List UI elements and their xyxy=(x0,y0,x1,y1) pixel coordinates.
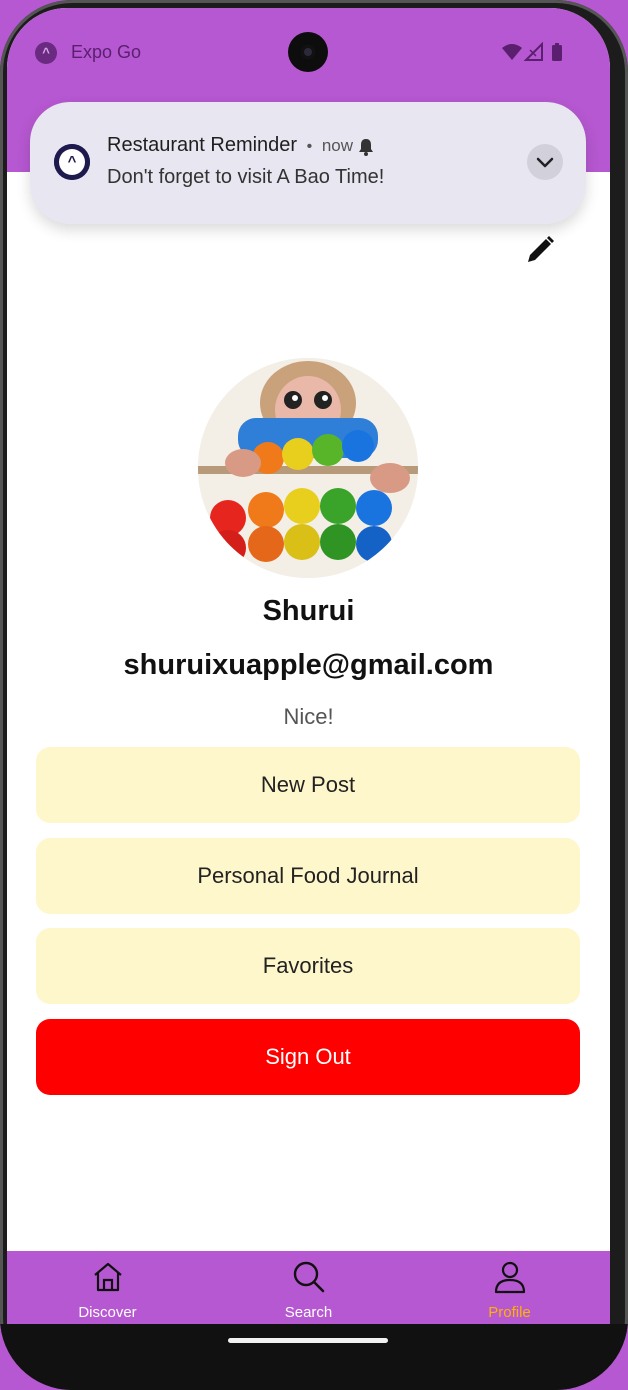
tab-profile[interactable]: Profile xyxy=(409,1251,610,1324)
food-journal-button[interactable]: Personal Food Journal xyxy=(36,838,580,914)
pencil-icon xyxy=(528,236,554,262)
tab-bar: Discover Search Profile xyxy=(7,1251,610,1324)
favorites-button[interactable]: Favorites xyxy=(36,928,580,1004)
edit-profile-button[interactable] xyxy=(524,234,556,266)
battery-icon xyxy=(552,43,562,61)
status-app-name: Expo Go xyxy=(71,42,142,62)
profile-name: Shurui xyxy=(262,595,355,627)
user-icon xyxy=(494,1261,526,1294)
wifi-icon xyxy=(502,44,522,60)
tab-label: Profile xyxy=(488,1304,531,1321)
signal-icon xyxy=(523,41,543,61)
tab-label: Search xyxy=(284,1304,333,1321)
notification-header: Restaurant Reminder • now xyxy=(107,134,353,157)
home-icon xyxy=(94,1262,122,1292)
tab-search[interactable]: Search xyxy=(208,1251,409,1324)
bell-icon xyxy=(359,139,373,156)
notification-body: Don't forget to visit A Bao Time! xyxy=(107,166,385,188)
home-indicator[interactable] xyxy=(228,1338,388,1343)
tab-label: Discover xyxy=(78,1304,137,1321)
notification-card[interactable]: ^ Restaurant Reminder • now Don't forget… xyxy=(30,102,586,224)
chevron-down-icon xyxy=(536,157,554,168)
search-icon xyxy=(293,1261,325,1293)
device-frame: ^ Expo Go ^ Restaurant Reminder • now Do… xyxy=(0,0,628,1390)
sign-out-button[interactable]: Sign Out xyxy=(36,1019,580,1095)
screen: ^ Expo Go ^ Restaurant Reminder • now Do… xyxy=(7,8,610,1324)
tab-discover[interactable]: Discover xyxy=(7,1251,208,1324)
status-icons xyxy=(500,41,570,69)
profile-email: shuruixuapple@gmail.com xyxy=(123,649,494,681)
notification-separator: • xyxy=(306,138,313,155)
expand-button[interactable] xyxy=(527,144,563,180)
profile-bio: Nice! xyxy=(283,704,334,729)
expo-icon: ^ xyxy=(54,144,90,180)
expo-icon: ^ xyxy=(35,42,57,64)
avatar xyxy=(198,358,418,578)
new-post-button[interactable]: New Post xyxy=(36,747,580,823)
system-navigation-bar xyxy=(0,1324,628,1390)
notification-title: Restaurant Reminder xyxy=(107,134,298,156)
front-camera xyxy=(288,32,328,72)
notification-time: now xyxy=(321,136,354,155)
